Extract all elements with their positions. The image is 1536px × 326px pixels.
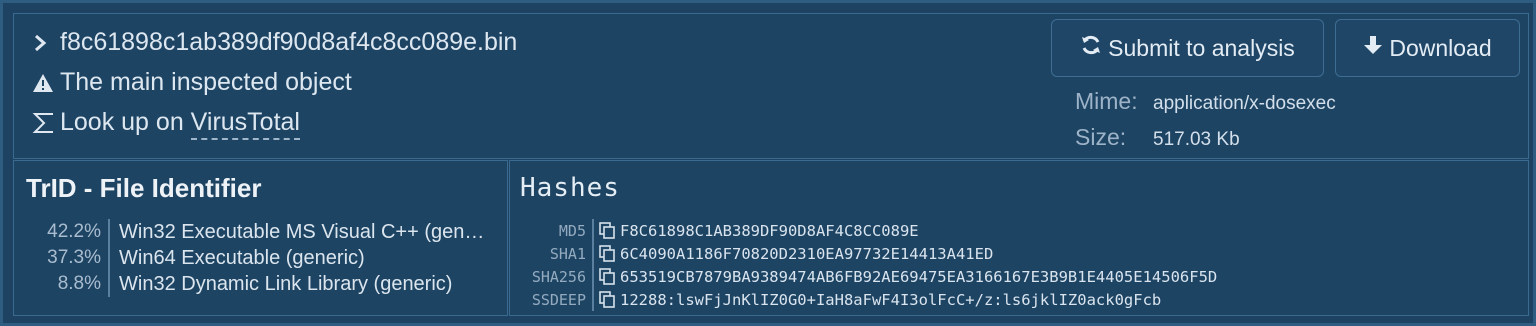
lookup-prefix: Look up on xyxy=(60,108,191,136)
hash-name: SHA256 xyxy=(531,267,586,286)
copy-icon[interactable] xyxy=(594,291,620,308)
hash-list: MD5 F8C61898C1AB389DF90D8AF4C8CC089E SHA… xyxy=(520,219,1217,311)
arrow-down-icon xyxy=(1363,34,1383,62)
file-description-row: The main inspected object xyxy=(32,68,352,97)
trid-row: 42.2% Win32 Executable MS Visual C++ (ge… xyxy=(26,219,496,245)
chevron-right-icon[interactable] xyxy=(32,33,60,53)
size-row: Size: 517.03 Kb xyxy=(1075,124,1240,151)
hash-name: SHA1 xyxy=(549,244,586,263)
trid-panel: TrID - File Identifier 42.2% Win32 Execu… xyxy=(13,160,508,316)
virustotal-row: Look up on VirusTotal xyxy=(32,108,300,140)
lookup-label: Look up on VirusTotal xyxy=(60,108,300,140)
copy-icon[interactable] xyxy=(594,268,620,285)
virustotal-link[interactable]: VirusTotal xyxy=(190,108,300,140)
hash-name: SSDEEP xyxy=(531,290,586,309)
refresh-icon xyxy=(1080,34,1102,62)
hash-row-sha1: SHA1 6C4090A1186F70820D2310EA97732E14413… xyxy=(520,242,1217,265)
hash-name: MD5 xyxy=(558,221,586,240)
file-info-panel: f8c61898c1ab389df90d8af4c8cc089e.bin The… xyxy=(0,0,1536,326)
size-value: 517.03 Kb xyxy=(1153,129,1240,150)
hash-value: 653519CB7879BA9389474AB6FB92AE69475EA316… xyxy=(620,267,1218,286)
trid-row: 37.3% Win64 Executable (generic) xyxy=(26,245,496,271)
hash-row-ssdeep: SSDEEP 12288:lswFjJnKlIZ0G0+IaH8aFwF4I3o… xyxy=(520,288,1217,311)
copy-icon[interactable] xyxy=(594,222,620,239)
size-label: Size: xyxy=(1075,124,1127,150)
submit-to-analysis-button[interactable]: Submit to analysis xyxy=(1051,19,1324,77)
hashes-panel: Hashes MD5 F8C61898C1AB389DF90D8AF4C8CC0… xyxy=(509,160,1529,316)
download-label: Download xyxy=(1389,34,1492,61)
trid-title: TrID - File Identifier xyxy=(26,173,262,203)
trid-percent: 37.3% xyxy=(47,247,101,268)
hash-row-sha256: SHA256 653519CB7879BA9389474AB6FB92AE694… xyxy=(520,265,1217,288)
trid-type: Win64 Executable (generic) xyxy=(119,246,365,269)
mime-row: Mime: application/x-dosexec xyxy=(1075,88,1336,115)
trid-percent: 42.2% xyxy=(47,221,101,242)
hash-row-md5: MD5 F8C61898C1AB389DF90D8AF4C8CC089E xyxy=(520,219,1217,242)
trid-type: Win32 Executable MS Visual C++ (generic) xyxy=(119,220,488,243)
file-name: f8c61898c1ab389df90d8af4c8cc089e.bin xyxy=(60,28,518,56)
trid-list: 42.2% Win32 Executable MS Visual C++ (ge… xyxy=(26,219,496,297)
copy-icon[interactable] xyxy=(594,245,620,262)
file-description: The main inspected object xyxy=(60,68,352,96)
sigma-icon xyxy=(32,112,60,134)
trid-row: 8.8% Win32 Dynamic Link Library (generic… xyxy=(26,271,496,297)
trid-type: Win32 Dynamic Link Library (generic) xyxy=(119,272,453,295)
hash-value: F8C61898C1AB389DF90D8AF4C8CC089E xyxy=(620,221,919,240)
submit-label: Submit to analysis xyxy=(1108,34,1295,61)
hashes-title: Hashes xyxy=(520,173,620,203)
trid-percent: 8.8% xyxy=(57,273,101,294)
mime-value: application/x-dosexec xyxy=(1153,93,1336,114)
hash-value: 12288:lswFjJnKlIZ0G0+IaH8aFwF4I3olFcC+/z… xyxy=(620,290,1162,309)
file-summary-section: f8c61898c1ab389df90d8af4c8cc089e.bin The… xyxy=(13,13,1529,159)
download-button[interactable]: Download xyxy=(1335,19,1520,77)
mime-label: Mime: xyxy=(1075,88,1138,114)
file-name-row[interactable]: f8c61898c1ab389df90d8af4c8cc089e.bin xyxy=(32,28,517,57)
hash-value: 6C4090A1186F70820D2310EA97732E14413A41ED xyxy=(620,244,994,263)
warning-icon xyxy=(32,73,60,93)
